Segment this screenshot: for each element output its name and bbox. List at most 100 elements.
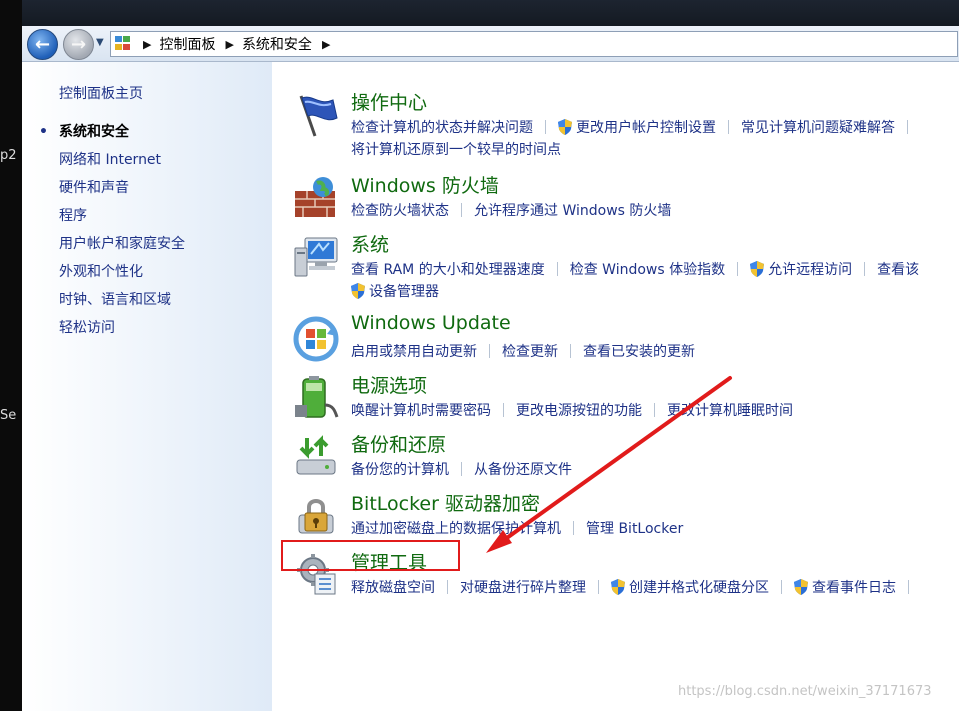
sidebar-item-label: 网络和 Internet	[59, 152, 162, 168]
task-link[interactable]: 更改用户帐户控制设置	[576, 117, 716, 137]
navigation-bar: ← → ▼ ▶ 控制面板 ▶ 系统和安全 ▶	[22, 26, 959, 62]
separator	[728, 120, 729, 134]
separator	[503, 403, 504, 417]
separator	[573, 521, 574, 535]
sidebar-item-programs[interactable]: 程序	[59, 207, 185, 235]
category-title-windows-update[interactable]: Windows Update	[351, 312, 511, 334]
uac-shield-icon	[794, 579, 808, 595]
separator	[737, 262, 739, 276]
task-link[interactable]: 查看事件日志	[812, 577, 896, 597]
category-title-backup-restore[interactable]: 备份和还原	[351, 430, 446, 457]
address-bar[interactable]: ▶ 控制面板 ▶ 系统和安全 ▶	[110, 31, 958, 57]
watermark: https://blog.csdn.net/weixin_37171673	[678, 684, 932, 699]
breadcrumb-chevron-icon[interactable]: ▶	[225, 38, 233, 51]
separator	[461, 462, 462, 476]
category-title-action-center[interactable]: 操作中心	[351, 88, 427, 115]
task-link[interactable]: 检查更新	[502, 341, 558, 361]
task-link[interactable]: 备份您的计算机	[351, 459, 449, 479]
task-link[interactable]: 检查 Windows 体验指数	[570, 259, 725, 279]
sidebar-item-label: 用户帐户和家庭安全	[59, 236, 185, 252]
task-link[interactable]: 对硬盘进行碎片整理	[460, 577, 586, 597]
bitlocker-icon	[298, 499, 334, 534]
task-link[interactable]: 唤醒计算机时需要密码	[351, 400, 491, 420]
back-button[interactable]: ←	[27, 29, 58, 60]
forward-button[interactable]: →	[63, 29, 94, 60]
link-row: 启用或禁用自动更新 检查更新 查看已安装的更新	[351, 341, 695, 361]
sidebar-item-label: 硬件和声音	[59, 180, 129, 196]
current-bullet-icon: •	[39, 124, 48, 140]
sidebar-item-hardware-sound[interactable]: 硬件和声音	[59, 179, 185, 207]
breadcrumb-system-security[interactable]: 系统和安全	[242, 34, 312, 54]
link-row: 释放磁盘空间 对硬盘进行碎片整理 创建并格式化硬盘分区 查看事件日志	[351, 577, 921, 597]
separator	[570, 344, 571, 358]
task-link[interactable]: 从备份还原文件	[474, 459, 572, 479]
breadcrumb-chevron-icon[interactable]: ▶	[322, 38, 330, 51]
category-title-system[interactable]: 系统	[351, 230, 389, 257]
control-panel-icon	[115, 36, 133, 52]
task-link[interactable]: 常见计算机问题疑难解答	[741, 117, 895, 137]
category-title-firewall[interactable]: Windows 防火墙	[351, 171, 499, 198]
category-title-power-options[interactable]: 电源选项	[351, 371, 427, 398]
category-action-center: 操作中心 检查计算机的状态并解决问题 更改用户帐户控制设置 常见计算机问题疑难解…	[273, 88, 959, 160]
task-link[interactable]: 启用或禁用自动更新	[351, 341, 477, 361]
separator	[598, 580, 599, 594]
uac-shield-icon	[611, 579, 625, 595]
sidebar-item-system-security[interactable]: • 系统和安全	[39, 123, 185, 151]
sidebar-item-clock-language[interactable]: 时钟、语言和区域	[59, 291, 185, 319]
sidebar-item-label: 时钟、语言和区域	[59, 292, 171, 308]
category-firewall: Windows 防火墙 检查防火墙状态 允许程序通过 Windows 防火墙	[273, 171, 959, 221]
task-link[interactable]: 查看 RAM 的大小和处理器速度	[351, 259, 545, 279]
task-link[interactable]: 更改计算机睡眠时间	[667, 400, 793, 420]
task-link[interactable]: 查看已安装的更新	[583, 341, 695, 361]
highlight-box-annotation	[281, 540, 460, 571]
separator	[461, 203, 462, 217]
link-row: 备份您的计算机 从备份还原文件	[351, 459, 572, 479]
task-link[interactable]: 检查防火墙状态	[351, 200, 449, 220]
battery-icon	[295, 376, 339, 418]
title-bar	[22, 0, 959, 26]
task-link[interactable]: 创建并格式化硬盘分区	[629, 577, 769, 597]
task-link[interactable]: 将计算机还原到一个较早的时间点	[351, 139, 561, 159]
control-panel-window: ← → ▼ ▶ 控制面板 ▶ 系统和安全 ▶ 控制面板主页 • 系统和安全 网络和…	[22, 0, 959, 711]
task-link[interactable]: 查看该	[877, 259, 919, 279]
task-link[interactable]: 通过加密磁盘上的数据保护计算机	[351, 518, 561, 538]
desktop-text-fragment: Se	[0, 408, 17, 423]
main-content: 操作中心 检查计算机的状态并解决问题 更改用户帐户控制设置 常见计算机问题疑难解…	[273, 62, 959, 711]
separator	[908, 580, 909, 594]
link-row: 检查计算机的状态并解决问题 更改用户帐户控制设置 常见计算机问题疑难解答	[351, 117, 920, 137]
category-power-options: 电源选项 唤醒计算机时需要密码 更改电源按钮的功能 更改计算机睡眠时间	[273, 371, 959, 421]
sidebar-item-user-accounts[interactable]: 用户帐户和家庭安全	[59, 235, 185, 263]
link-row: 检查防火墙状态 允许程序通过 Windows 防火墙	[351, 200, 671, 220]
task-link[interactable]: 允许远程访问	[768, 259, 852, 279]
windows-update-icon	[293, 316, 339, 362]
sidebar-home-link[interactable]: 控制面板主页	[59, 83, 143, 103]
sidebar-item-appearance[interactable]: 外观和个性化	[59, 263, 185, 291]
category-title-bitlocker[interactable]: BitLocker 驱动器加密	[351, 489, 540, 516]
sidebar-nav: • 系统和安全 网络和 Internet 硬件和声音 程序 用户帐户和家庭安全 外…	[39, 123, 185, 347]
sidebar-item-label: 系统和安全	[59, 124, 129, 140]
task-link[interactable]: 检查计算机的状态并解决问题	[351, 117, 533, 137]
sidebar-item-label: 外观和个性化	[59, 264, 143, 280]
separator	[489, 344, 490, 358]
category-system: 系统 查看 RAM 的大小和处理器速度 检查 Windows 体验指数 允许远程…	[273, 230, 959, 302]
task-link[interactable]: 允许程序通过 Windows 防火墙	[474, 200, 671, 220]
recent-pages-dropdown-icon[interactable]: ▼	[96, 37, 104, 48]
separator	[654, 403, 655, 417]
link-row: 查看 RAM 的大小和处理器速度 检查 Windows 体验指数 允许远程访问 …	[351, 259, 919, 279]
breadcrumb-chevron-icon[interactable]: ▶	[143, 38, 151, 51]
task-link[interactable]: 更改电源按钮的功能	[516, 400, 642, 420]
computer-icon	[294, 237, 338, 277]
link-row: 设备管理器	[351, 281, 439, 301]
uac-shield-icon	[558, 119, 572, 135]
backup-icon	[296, 435, 336, 475]
separator	[556, 262, 558, 276]
task-link[interactable]: 释放磁盘空间	[351, 577, 435, 597]
separator	[781, 580, 782, 594]
separator	[864, 262, 866, 276]
task-link[interactable]: 管理 BitLocker	[586, 518, 683, 538]
sidebar-item-ease-of-access[interactable]: 轻松访问	[59, 319, 185, 347]
task-link[interactable]: 设备管理器	[369, 281, 439, 301]
desktop-text-fragment: p2	[0, 148, 17, 163]
breadcrumb-control-panel[interactable]: 控制面板	[159, 34, 215, 54]
sidebar-item-network[interactable]: 网络和 Internet	[59, 151, 185, 179]
